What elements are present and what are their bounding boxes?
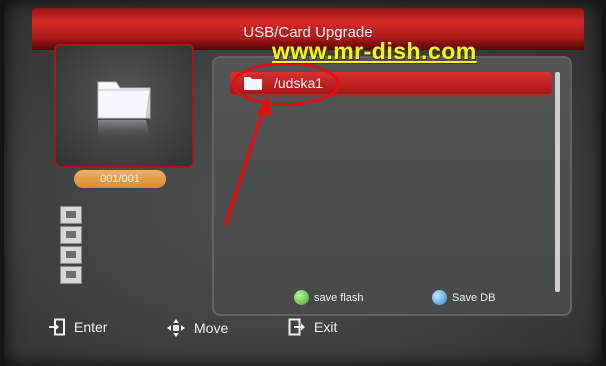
move-label: Move [194,320,229,336]
folder-icon [97,81,151,138]
exit-label: Exit [314,319,338,335]
save-db-key[interactable]: Save DB [432,290,495,305]
printer-icon [60,246,82,264]
annotation-arrow-icon [224,96,272,226]
user-icon [60,226,82,244]
save-flash-key[interactable]: save flash [294,290,364,305]
watermark: www.mr-dish.com [272,38,477,64]
exit-icon [288,318,305,336]
exit-hint[interactable]: Exit [288,318,337,336]
save-flash-label: save flash [314,291,364,304]
move-hint[interactable]: Move [166,318,228,338]
side-icon-strip [60,206,82,286]
tv-screen: USB/Card Upgrade 001/001 /udska1 www.mr-… [4,0,602,366]
usb-drive-icon [60,206,82,224]
preview-box [54,44,194,168]
green-key-icon [294,290,309,305]
file-counter: 001/001 [74,170,166,188]
save-db-label: Save DB [452,291,496,304]
enter-hint[interactable]: Enter [48,318,107,336]
network-icon [60,266,82,284]
enter-label: Enter [74,319,108,335]
enter-icon [49,318,65,336]
scrollbar[interactable] [555,72,560,292]
move-arrows-icon [167,319,185,337]
blue-key-icon [432,290,447,305]
